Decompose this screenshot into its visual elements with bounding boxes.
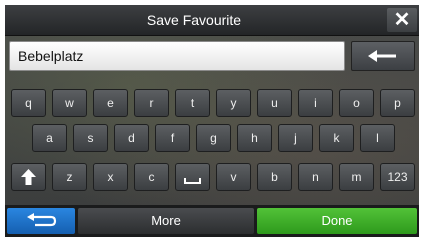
key-b[interactable]: b — [257, 163, 292, 191]
key-y[interactable]: y — [216, 89, 251, 117]
dialog-title: Save Favourite — [146, 12, 242, 28]
key-j[interactable]: j — [278, 124, 313, 152]
key-m[interactable]: m — [339, 163, 374, 191]
backspace-arrow-icon — [368, 50, 396, 62]
key-f[interactable]: f — [155, 124, 190, 152]
key-z[interactable]: z — [52, 163, 87, 191]
key-u[interactable]: u — [257, 89, 292, 117]
key-x[interactable]: x — [93, 163, 128, 191]
key-l[interactable]: l — [360, 124, 395, 152]
done-button[interactable]: Done — [257, 208, 417, 234]
key-n[interactable]: n — [298, 163, 333, 191]
key-k[interactable]: k — [319, 124, 354, 152]
back-button[interactable] — [7, 208, 75, 234]
map-background — [5, 5, 419, 237]
title-bar: Save Favourite ✕ — [5, 5, 419, 36]
key-o[interactable]: o — [339, 89, 374, 117]
shift-arrow-up-icon — [21, 169, 36, 185]
key-i[interactable]: i — [298, 89, 333, 117]
key-c[interactable]: c — [134, 163, 169, 191]
space-key[interactable] — [175, 163, 210, 191]
key-t[interactable]: t — [175, 89, 210, 117]
key-q[interactable]: q — [11, 89, 46, 117]
close-button[interactable]: ✕ — [387, 8, 417, 32]
key-h[interactable]: h — [237, 124, 272, 152]
key-s[interactable]: s — [73, 124, 108, 152]
backspace-button[interactable] — [351, 41, 415, 71]
key-w[interactable]: w — [52, 89, 87, 117]
key-r[interactable]: r — [134, 89, 169, 117]
text-input-field[interactable]: Bebelplatz — [9, 41, 345, 71]
key-e[interactable]: e — [93, 89, 128, 117]
numbers-key[interactable]: 123 — [380, 163, 415, 191]
key-a[interactable]: a — [32, 124, 67, 152]
key-p[interactable]: p — [380, 89, 415, 117]
key-v[interactable]: v — [216, 163, 251, 191]
more-button[interactable]: More — [78, 208, 254, 234]
key-g[interactable]: g — [196, 124, 231, 152]
key-d[interactable]: d — [114, 124, 149, 152]
back-arrow-icon — [27, 213, 57, 227]
shift-key[interactable] — [11, 163, 46, 191]
close-icon: ✕ — [393, 9, 411, 31]
keyboard-dialog: Save Favourite ✕ Bebelplatz q w e r t y … — [5, 5, 419, 237]
space-bar-icon — [184, 178, 201, 184]
